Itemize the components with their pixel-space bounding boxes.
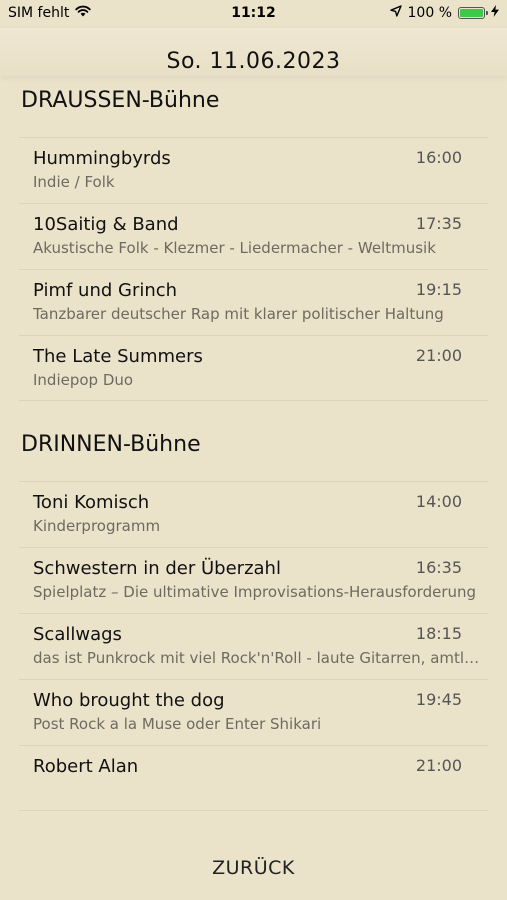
charging-bolt-icon	[491, 5, 499, 21]
list-item[interactable]: Pimf und Grinch 19:15 Tanzbarer deutsche…	[19, 269, 488, 335]
artist-time: 21:00	[415, 346, 462, 365]
list-item[interactable]: Toni Komisch 14:00 Kinderprogramm	[19, 481, 488, 547]
list-drinnen: Toni Komisch 14:00 Kinderprogramm Schwes…	[19, 481, 488, 811]
battery-fill	[460, 9, 483, 17]
battery-percent: 100 %	[407, 5, 452, 21]
artist-time: 16:35	[415, 558, 462, 577]
artist-description: Kinderprogramm	[33, 517, 161, 535]
list-item[interactable]: The Late Summers 21:00 Indiepop Duo	[19, 335, 488, 401]
list-item[interactable]: Scallwags 18:15 das ist Punkrock mit vie…	[19, 613, 488, 679]
artist-name: Toni Komisch	[33, 492, 150, 513]
artist-description: Akustische Folk - Klezmer - Liedermacher…	[33, 239, 436, 257]
artist-name: Schwestern in der Überzahl	[33, 558, 281, 579]
artist-time: 21:00	[415, 756, 462, 775]
artist-time: 18:15	[415, 624, 462, 643]
list-item[interactable]: Schwestern in der Überzahl 16:35 Spielpl…	[19, 547, 488, 613]
artist-name: Scallwags	[33, 624, 122, 645]
artist-name: Hummingbyrds	[33, 148, 171, 169]
artist-description: Indie / Folk	[33, 173, 115, 191]
artist-time: 17:35	[415, 214, 462, 233]
artist-name: 10Saitig & Band	[33, 214, 179, 235]
list-item[interactable]: 10Saitig & Band 17:35 Akustische Folk - …	[19, 203, 488, 269]
artist-description: Post Rock a la Muse oder Enter Shikari	[33, 715, 322, 733]
artist-description: das ist Punkrock mit viel Rock'n'Roll - …	[33, 649, 482, 667]
date-title: So. 11.06.2023	[166, 49, 341, 74]
location-arrow-icon	[389, 5, 402, 21]
list-item[interactable]: Who brought the dog 19:45 Post Rock a la…	[19, 679, 488, 745]
artist-time: 14:00	[415, 492, 462, 511]
list-item[interactable]: Robert Alan 21:00	[19, 745, 488, 811]
back-button[interactable]: ZURÜCK	[0, 857, 507, 879]
status-bar: SIM fehlt 11:12 100 %	[0, 0, 507, 28]
battery-nub	[486, 11, 488, 15]
artist-time: 19:45	[415, 690, 462, 709]
section-title-draussen: DRAUSSEN-Bühne	[21, 88, 220, 113]
artist-name: Who brought the dog	[33, 690, 225, 711]
list-draussen: Hummingbyrds 16:00 Indie / Folk 10Saitig…	[19, 137, 488, 401]
artist-time: 16:00	[415, 148, 462, 167]
artist-name: The Late Summers	[33, 346, 203, 367]
battery-icon	[458, 7, 488, 19]
header-bar: So. 11.06.2023	[0, 28, 507, 76]
artist-time: 19:15	[415, 280, 462, 299]
artist-name: Robert Alan	[33, 756, 139, 777]
list-item[interactable]: Hummingbyrds 16:00 Indie / Folk	[19, 137, 488, 203]
artist-name: Pimf und Grinch	[33, 280, 178, 301]
artist-description: Tanzbarer deutscher Rap mit klarer polit…	[33, 305, 444, 323]
section-title-drinnen: DRINNEN-Bühne	[21, 432, 201, 457]
status-right: 100 %	[389, 5, 499, 21]
artist-description: Indiepop Duo	[33, 371, 134, 389]
artist-description: Spielplatz – Die ultimative Improvisatio…	[33, 583, 477, 601]
